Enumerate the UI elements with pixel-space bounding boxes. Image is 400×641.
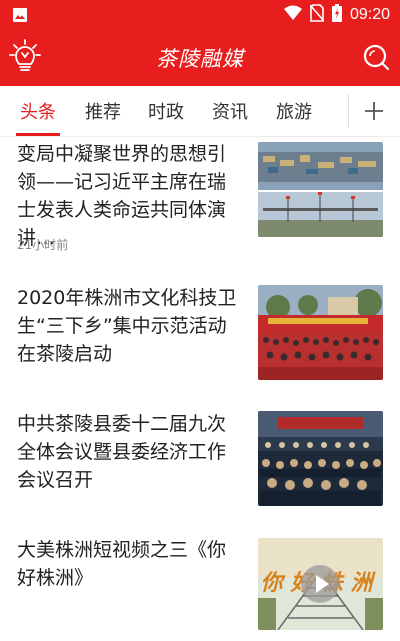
status-bar: 09:20 (0, 0, 400, 30)
news-thumbnail[interactable] (258, 285, 383, 380)
channel-tabs: 头条 推荐 时政 资讯 旅游 (0, 86, 400, 137)
news-thumbnail[interactable] (258, 142, 383, 237)
app-header: 茶陵融媒 (0, 30, 400, 86)
status-time: 09:20 (349, 6, 390, 23)
battery-icon (331, 4, 342, 26)
gallery-notification-icon (12, 7, 28, 27)
news-headline[interactable]: 2020年株洲市文化科技卫生“三下乡”集中示范活动在茶陵启动 (17, 284, 243, 368)
tab-headlines[interactable]: 头条 (16, 98, 60, 136)
tab-divider (348, 94, 349, 128)
news-headline[interactable]: 大美株洲短视频之三《你好株洲》 (17, 536, 243, 592)
tab-recommended[interactable]: 推荐 (85, 98, 121, 136)
tab-politics[interactable]: 时政 (148, 98, 184, 136)
add-channel-icon[interactable] (358, 92, 390, 128)
play-button-icon[interactable] (300, 564, 340, 604)
news-time: 21小时前 (17, 238, 69, 252)
news-headline[interactable]: 中共茶陵县委十二届九次全体会议暨县委经济工作会议召开 (17, 410, 243, 494)
tab-news[interactable]: 资讯 (212, 98, 248, 136)
news-thumbnail[interactable] (258, 411, 383, 506)
tab-travel[interactable]: 旅游 (276, 98, 312, 136)
no-sim-icon (309, 4, 325, 26)
video-thumbnail[interactable]: 你好株洲 (258, 538, 383, 630)
wifi-icon (283, 5, 302, 25)
search-icon[interactable] (362, 43, 390, 71)
app-title: 茶陵融媒 (156, 47, 244, 71)
